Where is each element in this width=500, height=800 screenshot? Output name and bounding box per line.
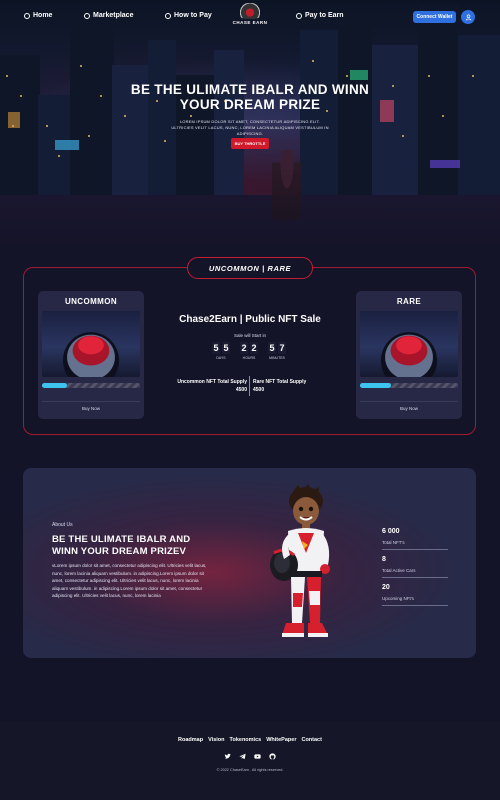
nft-tier-badge: UNCOMMON | RARE [187, 257, 313, 279]
stat-upcoming-nfts: 20 Upcoming NFt's [382, 584, 448, 606]
neon-sign [430, 160, 460, 168]
nav-how-to-pay-label: How to Pay [174, 12, 212, 19]
footer [0, 721, 500, 800]
footer-link-whitepaper[interactable]: WhitePaper [266, 737, 296, 743]
nav-marketplace[interactable]: Marketplace [84, 12, 133, 19]
uncommon-supply-value: 4500 [235, 387, 247, 393]
neon-sign [55, 140, 79, 150]
nav-home-label: Home [33, 12, 53, 19]
countdown-digit: 7 [278, 342, 286, 354]
top-nav: Home Marketplace How to Pay CHASE EARN P… [0, 0, 500, 34]
supply-divider [249, 376, 250, 396]
social-links [223, 752, 277, 760]
progress-fill [42, 383, 67, 388]
footer-link-tokenomics[interactable]: Tokenomics [230, 737, 262, 743]
footer-link-contact[interactable]: Contact [301, 737, 321, 743]
car-image [360, 311, 458, 377]
uncommon-supply-label: Uncommon NFT Total Supply [177, 379, 247, 385]
home-icon [24, 12, 30, 19]
stat-value: 20 [382, 584, 390, 591]
card-title: RARE [396, 297, 422, 306]
about-body: vLorem ipsum dolor sit amet, consectetur… [52, 563, 207, 599]
stat-value: 8 [382, 556, 386, 563]
about-eyebrow: About Us [52, 522, 73, 528]
youtube-icon[interactable] [254, 752, 262, 760]
footer-link-roadmap[interactable]: Roadmap [178, 737, 203, 743]
nav-how-to-pay[interactable]: How to Pay [165, 12, 212, 19]
uncommon-nft-card: UNCOMMON 25% Total Sold Buy Now [38, 291, 144, 419]
rare-progress-bar [360, 383, 458, 388]
building [0, 55, 40, 205]
progress-fill [360, 383, 392, 388]
uncommon-progress-bar [42, 383, 140, 388]
buy-now-button[interactable]: Buy Now [360, 401, 458, 415]
rare-supply: Rare NFT Total Supply 4500 [253, 378, 333, 394]
stat-label: Total NFT's [382, 540, 405, 545]
countdown-digit: 5 [268, 342, 276, 354]
hero-title: BE THE ULIMATE IBALR AND WINN YOUR DREAM… [0, 82, 500, 112]
rare-supply-label: Rare NFT Total Supply [253, 379, 307, 385]
marketplace-icon [84, 12, 90, 19]
countdown-digit: 2 [240, 342, 248, 354]
stat-value: 6 000 [382, 528, 400, 535]
buy-throttle-button[interactable]: BUY THROTTLE [231, 138, 269, 149]
countdown-minutes-label: MINUTES [269, 356, 285, 360]
chase-earn-logo[interactable]: CHASE EARN [230, 3, 270, 29]
street [0, 195, 500, 245]
nav-home[interactable]: Home [24, 12, 52, 19]
stat-label: Total Active Cars [382, 568, 416, 573]
hero-title-line-2: YOUR DREAM PRIZE [179, 97, 321, 112]
neon-sign [8, 112, 20, 128]
about-title: BE THE ULIMATE IBALR AND WINN YOUR DREAM… [52, 534, 191, 557]
nav-marketplace-label: Marketplace [93, 12, 134, 19]
sale-title: Chase2Earn | Public NFT Sale [179, 314, 321, 325]
pay-to-earn-icon [296, 12, 302, 19]
copyright: © 2022 ChaseEarn . All rights reserved. [216, 768, 284, 772]
stat-total-nfts: 6 000 Total NFT's [382, 528, 448, 550]
stat-divider [382, 549, 448, 550]
hooded-figure [272, 150, 302, 220]
how-to-pay-icon [165, 12, 171, 19]
twitter-icon[interactable] [223, 752, 231, 760]
countdown-digit: 5 [222, 342, 230, 354]
hero-title-line-1: BE THE ULIMATE IBALR AND WINN [130, 82, 370, 97]
car-image [42, 311, 140, 377]
rare-supply-value: 4500 [253, 387, 265, 393]
stat-active-cars: 8 Total Active Cars [382, 556, 448, 578]
neon-sign [350, 70, 368, 80]
building [458, 35, 500, 205]
user-account-button[interactable] [461, 10, 475, 24]
countdown-digit: 2 [250, 342, 258, 354]
logo-text: CHASE EARN [232, 20, 268, 25]
user-icon [465, 14, 471, 20]
racer-character-illustration [270, 484, 330, 637]
buy-now-button[interactable]: Buy Now [42, 401, 140, 415]
footer-links: Roadmap Vision Tokenomics WhitePaper Con… [0, 737, 500, 743]
footer-link-vision[interactable]: Vision [208, 737, 224, 743]
github-icon[interactable] [269, 752, 277, 760]
nav-pay-to-earn[interactable]: Pay to Earn [296, 12, 344, 19]
countdown-days-label: DAYS [216, 356, 226, 360]
countdown-digit: 5 [212, 342, 220, 354]
hero-subtitle: LOREM IPSUM DOLOR SIT AMET, CONSECTETUR … [171, 119, 329, 136]
connect-wallet-button[interactable]: Connect Wallet [413, 11, 456, 23]
rare-nft-card: RARE 32% Total Sold Buy Now [356, 291, 462, 419]
sale-subtitle: Sale will Start in [233, 333, 266, 338]
telegram-icon[interactable] [238, 752, 246, 760]
building [300, 30, 340, 205]
stat-label: Upcoming NFt's [382, 596, 414, 601]
logo-emblem-icon [237, 3, 263, 19]
nav-pay-to-earn-label: Pay to Earn [305, 12, 344, 19]
stat-divider [382, 577, 448, 578]
building [372, 45, 418, 205]
countdown-hours-label: HOURS [242, 356, 256, 360]
card-title: UNCOMMON [64, 297, 118, 306]
uncommon-supply: Uncommon NFT Total Supply 4500 [166, 378, 247, 394]
stat-divider [382, 605, 448, 606]
building [70, 25, 114, 205]
